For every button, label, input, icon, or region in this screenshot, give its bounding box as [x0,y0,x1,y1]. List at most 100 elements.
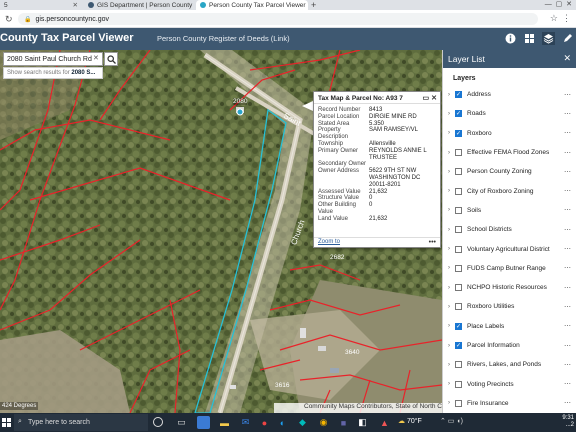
layer-item[interactable]: › Soils ⋯ [443,201,576,220]
layer-options-icon[interactable]: ⋯ [564,284,571,292]
layer-checkbox[interactable] [455,226,462,234]
layer-options-icon[interactable]: ⋯ [564,110,571,118]
app-icon[interactable] [197,416,210,429]
close-popup-icon[interactable]: ✕ [431,95,437,102]
expand-arrow-icon[interactable]: › [448,304,455,310]
layer-item[interactable]: › Effective FEMA Flood Zones ⋯ [443,143,576,162]
info-icon[interactable] [504,32,517,45]
expand-arrow-icon[interactable]: › [448,111,455,117]
layer-checkbox[interactable] [455,264,462,272]
basemap-gallery-icon[interactable] [523,32,536,45]
browser-tab-active[interactable]: Person County Tax Parcel Viewer ✕ [196,0,308,10]
weather-widget[interactable]: ☁ 70°F [398,417,422,425]
expand-arrow-icon[interactable]: › [448,130,455,136]
layer-list-icon[interactable] [542,32,555,45]
expand-arrow-icon[interactable]: › [448,207,455,213]
layer-item[interactable]: › Roxboro Utilities ⋯ [443,297,576,316]
layer-item[interactable]: › FUDS Camp Butner Range ⋯ [443,259,576,278]
taskbar-search-input[interactable]: ⌕ Type here to search [14,414,148,431]
address-bar[interactable]: 🔒 gis.personcountync.gov [18,13,538,25]
layer-options-icon[interactable]: ⋯ [564,342,571,350]
task-view-icon[interactable]: ▭ [175,416,188,429]
layer-options-icon[interactable]: ⋯ [564,226,571,234]
layer-checkbox[interactable] [455,361,462,369]
app-icon[interactable]: ● [258,416,271,429]
layer-item[interactable]: › ✓ Address ⋯ [443,85,576,104]
browser-tab[interactable]: GIS Department | Person County ✕ [84,0,194,10]
layer-options-icon[interactable]: ⋯ [564,399,571,407]
layer-checkbox[interactable] [455,380,462,388]
app-icon[interactable]: ◧ [356,416,369,429]
layer-options-icon[interactable]: ⋯ [564,380,571,388]
layer-item[interactable]: › Fire Insurance ⋯ [443,394,576,413]
app-icon[interactable]: ▲ [378,416,391,429]
cortana-icon[interactable] [153,417,163,427]
layer-checkbox[interactable]: ✓ [455,91,462,99]
close-panel-icon[interactable]: ✕ [563,53,571,64]
layer-options-icon[interactable]: ⋯ [564,303,571,311]
layer-checkbox[interactable] [455,149,462,157]
expand-arrow-icon[interactable]: › [448,188,455,194]
layer-options-icon[interactable]: ⋯ [564,206,571,214]
app-icon[interactable]: ◆ [296,416,309,429]
layer-options-icon[interactable]: ⋯ [564,264,571,272]
close-tab-icon[interactable]: ✕ [70,1,78,9]
reload-icon[interactable]: ↻ [5,14,13,24]
expand-arrow-icon[interactable]: › [448,169,455,175]
search-suggestion[interactable]: Show search results for 2080 S... [3,67,103,79]
expand-arrow-icon[interactable]: › [448,246,455,252]
layer-item[interactable]: › City of Roxboro Zoning ⋯ [443,181,576,200]
expand-arrow-icon[interactable]: › [448,150,455,156]
expand-arrow-icon[interactable]: › [448,323,455,329]
chrome-icon[interactable]: ◉ [317,416,330,429]
layer-options-icon[interactable]: ⋯ [564,187,571,195]
expand-arrow-icon[interactable]: › [448,362,455,368]
expand-arrow-icon[interactable]: › [448,227,455,233]
layer-item[interactable]: › School Districts ⋯ [443,220,576,239]
expand-arrow-icon[interactable]: › [448,381,455,387]
layer-checkbox[interactable] [455,245,462,253]
layer-checkbox[interactable]: ✓ [455,342,462,349]
layer-item[interactable]: › ✓ Roads ⋯ [443,104,576,123]
layer-checkbox[interactable]: ✓ [455,322,462,330]
browser-tab[interactable]: 5 ✕ [0,0,82,10]
teams-icon[interactable]: ■ [337,416,350,429]
layer-checkbox[interactable]: ✓ [455,110,462,118]
window-controls[interactable]: — ▢ ✕ [545,0,572,10]
file-explorer-icon[interactable]: ▬ [218,416,231,429]
edge-icon[interactable]: ◐ [276,416,289,429]
expand-arrow-icon[interactable]: › [448,285,455,291]
layer-options-icon[interactable]: ⋯ [564,149,571,157]
layer-options-icon[interactable]: ⋯ [564,129,571,137]
layer-checkbox[interactable] [455,206,462,214]
layer-checkbox[interactable] [455,187,462,195]
zoom-to-link[interactable]: Zoom to [318,239,340,245]
layer-item[interactable]: › ✓ Place Labels ⋯ [443,317,576,336]
new-tab-icon[interactable]: + [311,0,316,10]
expand-arrow-icon[interactable]: › [448,265,455,271]
mail-icon[interactable]: ✉ [239,416,252,429]
layer-options-icon[interactable]: ⋯ [564,361,571,369]
dock-popup-icon[interactable]: ▭ [423,95,430,102]
close-tab-icon[interactable]: ✕ [306,1,308,9]
layer-item[interactable]: › NCHPO Historic Resources ⋯ [443,278,576,297]
layer-options-icon[interactable]: ⋯ [564,168,571,176]
layer-item[interactable]: › Voluntary Agricultural District ⋯ [443,239,576,258]
bookmark-star-icon[interactable]: ☆ [550,13,558,24]
layer-checkbox[interactable] [455,284,462,292]
expand-arrow-icon[interactable]: › [448,343,455,349]
system-tray[interactable]: ⌃ ▭ ◖) [440,417,463,425]
clear-search-icon[interactable]: ✕ [93,54,99,62]
close-tab-icon[interactable]: ✕ [192,1,194,9]
browser-menu-icon[interactable]: ⋮ [562,13,571,24]
address-marker-icon[interactable] [236,108,244,116]
register-of-deeds-link[interactable]: Person County Register of Deeds (Link) [157,34,290,43]
more-actions-icon[interactable]: ••• [429,239,436,246]
layer-checkbox[interactable] [455,168,462,176]
layer-item[interactable]: › ✓ Parcel Information ⋯ [443,336,576,355]
layer-item[interactable]: › Person County Zoning ⋯ [443,162,576,181]
layer-options-icon[interactable]: ⋯ [564,245,571,253]
layer-item[interactable]: › Rivers, Lakes, and Ponds ⋯ [443,355,576,374]
expand-arrow-icon[interactable]: › [448,92,455,98]
layer-checkbox[interactable]: ✓ [455,129,462,137]
